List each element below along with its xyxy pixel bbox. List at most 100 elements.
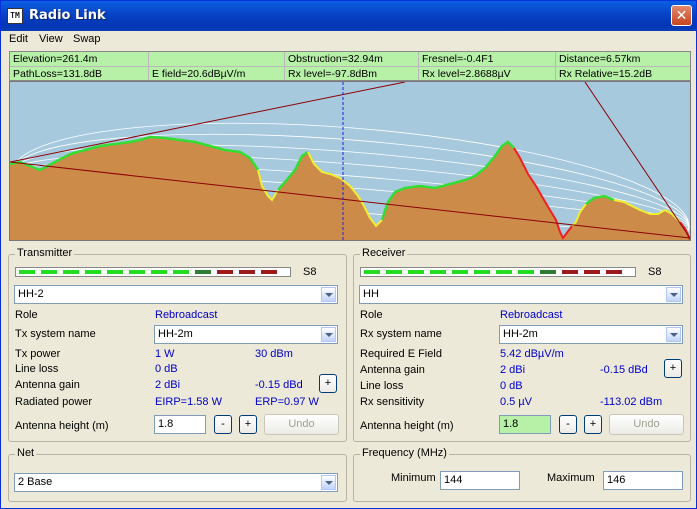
title-bar[interactable]: TM Radio Link ✕ <box>1 1 696 31</box>
rx-line-loss-value: 0 dB <box>500 380 523 392</box>
rx-role-value: Rebroadcast <box>500 309 563 321</box>
rx-role-label: Role <box>360 309 383 321</box>
rx-system-name-value: HH-2m <box>503 328 538 340</box>
rx-system-name-label: Rx system name <box>360 328 442 340</box>
tx-power-dbm: 30 dBm <box>255 348 293 360</box>
rx-antenna-gain-plus-button[interactable]: + <box>664 359 682 378</box>
tx-line-loss-value: 0 dB <box>155 363 178 375</box>
meter-segment <box>430 270 446 274</box>
meter-segment <box>386 270 402 274</box>
rx-antenna-height-minus-button[interactable]: - <box>559 415 577 434</box>
transmitter-signal-meter <box>15 267 291 277</box>
receiver-signal-meter <box>360 267 636 277</box>
tx-line-loss-label: Line loss <box>15 363 59 375</box>
tx-antenna-gain-dbd: -0.15 dBd <box>255 379 303 391</box>
meter-segment <box>584 270 600 274</box>
rx-antenna-height-label: Antenna height (m) <box>360 420 454 432</box>
receiver-group-title: Receiver <box>360 247 408 259</box>
rx-sensitivity-label: Rx sensitivity <box>360 396 425 408</box>
frequency-max-label: Maximum <box>547 472 595 484</box>
menu-view[interactable]: View <box>39 33 63 45</box>
menu-edit[interactable]: Edit <box>9 33 28 45</box>
tx-undo-button[interactable]: Undo <box>264 414 339 435</box>
meter-segment <box>474 270 490 274</box>
meter-segment <box>261 270 277 274</box>
chevron-down-icon[interactable] <box>666 287 681 302</box>
rx-antenna-height-input[interactable]: 1.8 <box>499 415 551 434</box>
tx-antenna-gain-plus-button[interactable]: + <box>319 374 337 393</box>
chevron-down-icon[interactable] <box>666 327 681 342</box>
rx-antenna-gain-dbd: -0.15 dBd <box>600 364 648 376</box>
receiver-unit-select[interactable]: HH <box>359 285 683 304</box>
meter-segment <box>540 270 556 274</box>
rx-undo-button[interactable]: Undo <box>609 414 684 435</box>
frequency-min-input[interactable]: 144 <box>440 471 520 490</box>
meter-segment <box>452 270 468 274</box>
meter-segment <box>19 270 35 274</box>
meter-segment <box>562 270 578 274</box>
meter-segment <box>85 270 101 274</box>
tx-antenna-gain-dbi: 2 dBi <box>155 379 181 391</box>
meter-segment <box>239 270 255 274</box>
receiver-unit-value: HH <box>363 288 379 300</box>
info-obstruction: Obstruction=32.94m <box>288 53 383 65</box>
frequency-group-title: Frequency (MHz) <box>360 447 449 459</box>
tx-antenna-height-label: Antenna height (m) <box>15 420 109 432</box>
transmitter-group-title: Transmitter <box>15 247 75 259</box>
tx-radiated-power-label: Radiated power <box>15 396 93 408</box>
meter-segment <box>408 270 424 274</box>
radio-link-window: TM Radio Link ✕ Edit View Swap Elevation… <box>0 0 697 509</box>
terrain-profile[interactable] <box>9 81 691 241</box>
net-value: 2 Base <box>18 476 53 488</box>
chevron-down-icon[interactable] <box>321 287 336 302</box>
transmitter-unit-select[interactable]: HH-2 <box>14 285 338 304</box>
close-icon: ✕ <box>675 7 688 23</box>
rx-sensitivity-uv: 0.5 µV <box>500 396 533 408</box>
rx-system-name-select[interactable]: HH-2m <box>499 325 683 344</box>
info-elevation: Elevation=261.4m <box>13 53 98 65</box>
info-fresnel: Fresnel=-0.4F1 <box>422 53 494 65</box>
meter-segment <box>496 270 512 274</box>
net-group-title: Net <box>15 447 37 459</box>
tx-antenna-gain-label: Antenna gain <box>15 379 80 391</box>
info-efield: E field=20.6dBµV/m <box>152 68 246 80</box>
tx-eirp-value: EIRP=1.58 W <box>155 396 222 408</box>
meter-segment <box>151 270 167 274</box>
tx-antenna-height-minus-button[interactable]: - <box>214 415 232 434</box>
info-distance: Distance=6.57km <box>559 53 641 65</box>
meter-segment <box>107 270 123 274</box>
tx-role-value: Rebroadcast <box>155 309 218 321</box>
terrain-profile-graphic <box>10 82 690 240</box>
chevron-down-icon[interactable] <box>321 475 336 490</box>
info-rx-relative: Rx Relative=15.2dB <box>559 68 653 80</box>
menu-swap[interactable]: Swap <box>73 33 101 45</box>
meter-segment <box>63 270 79 274</box>
meter-segment <box>129 270 145 274</box>
link-info-panel: Elevation=261.4m Obstruction=32.94m Fres… <box>9 51 691 81</box>
net-select[interactable]: 2 Base <box>14 473 338 492</box>
rx-antenna-height-plus-button[interactable]: + <box>584 415 602 434</box>
tx-antenna-height-plus-button[interactable]: + <box>239 415 257 434</box>
tx-antenna-height-input[interactable]: 1.8 <box>154 415 206 434</box>
tx-system-name-value: HH-2m <box>158 328 193 340</box>
meter-segment <box>217 270 233 274</box>
info-empty <box>149 52 152 66</box>
meter-segment <box>41 270 57 274</box>
window-title: Radio Link <box>29 8 106 23</box>
menu-bar: Edit View Swap <box>1 31 696 49</box>
info-pathloss: PathLoss=131.8dB <box>13 68 103 80</box>
rx-sensitivity-dbm: -113.02 dBm <box>600 396 663 408</box>
tx-erp-value: ERP=0.97 W <box>255 396 319 408</box>
rx-line-loss-label: Line loss <box>360 380 404 392</box>
chevron-down-icon[interactable] <box>321 327 336 342</box>
tx-system-name-label: Tx system name <box>15 328 96 340</box>
tx-system-name-select[interactable]: HH-2m <box>154 325 338 344</box>
rx-required-efield-value: 5.42 dBµV/m <box>500 348 564 360</box>
close-button[interactable]: ✕ <box>671 5 692 26</box>
frequency-min-label: Minimum <box>391 472 436 484</box>
transmitter-unit-value: HH-2 <box>18 288 44 300</box>
meter-segment <box>606 270 622 274</box>
frequency-max-input[interactable]: 146 <box>603 471 683 490</box>
tx-power-label: Tx power <box>15 348 61 360</box>
receiver-s-meter-label: S8 <box>648 266 662 278</box>
